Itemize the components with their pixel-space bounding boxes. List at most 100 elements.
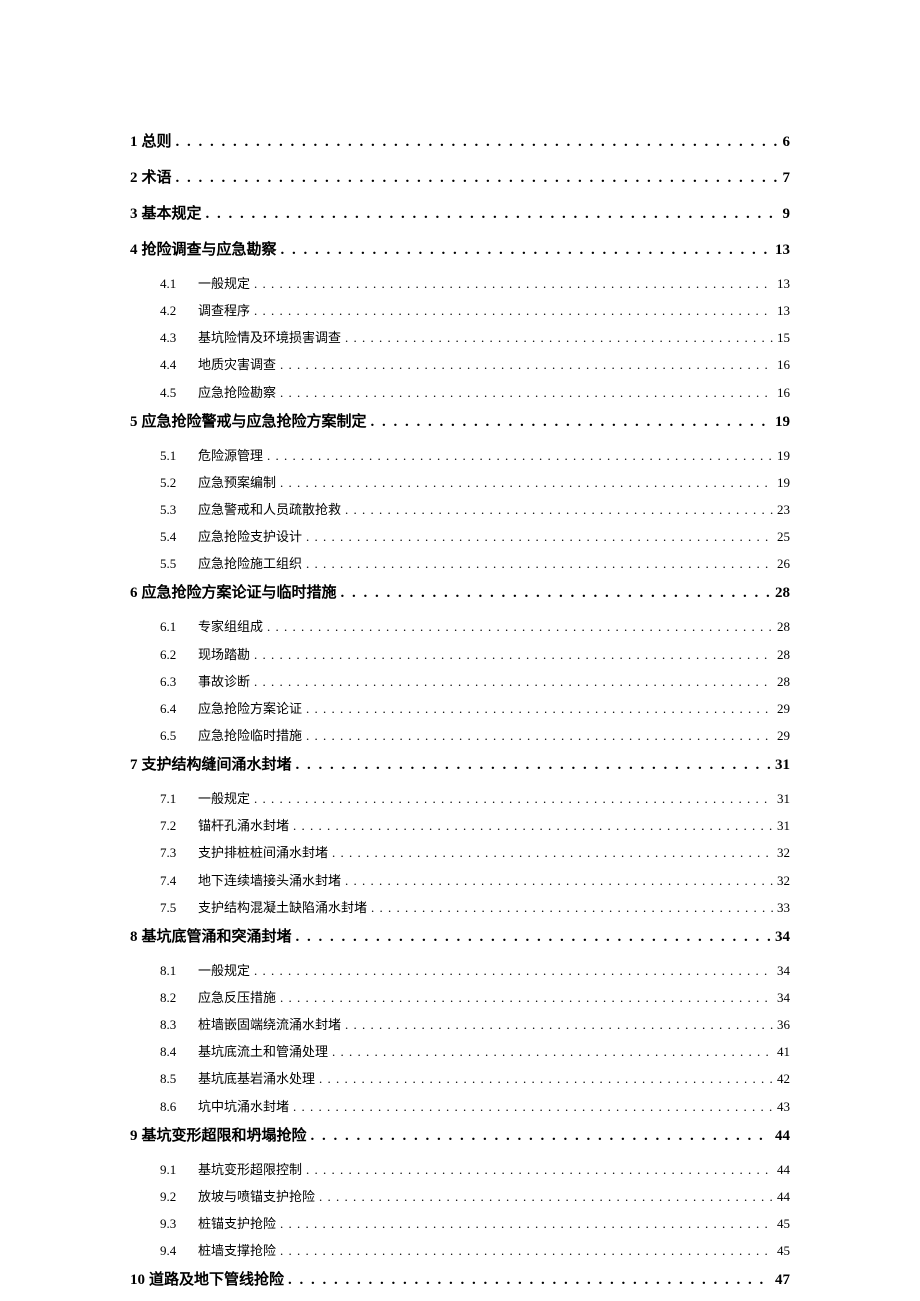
toc-title: 桩锚支护抢险 bbox=[198, 1214, 276, 1234]
toc-number: 9.1 bbox=[160, 1160, 192, 1180]
toc-entry-level2[interactable]: 4.2调查程序. . . . . . . . . . . . . . . . .… bbox=[130, 301, 790, 321]
toc-number: 1 bbox=[130, 130, 138, 154]
toc-entry-level1[interactable]: 8基坑底管涌和突涌封堵. . . . . . . . . . . . . . .… bbox=[130, 925, 790, 949]
toc-title: 总则 bbox=[142, 130, 172, 154]
toc-leader-dots: . . . . . . . . . . . . . . . . . . . . … bbox=[280, 1214, 773, 1234]
toc-page-number: 7 bbox=[783, 166, 791, 190]
toc-entry-level1[interactable]: 3基本规定. . . . . . . . . . . . . . . . . .… bbox=[130, 202, 790, 226]
toc-leader-dots: . . . . . . . . . . . . . . . . . . . . … bbox=[280, 1241, 773, 1261]
toc-leader-dots: . . . . . . . . . . . . . . . . . . . . … bbox=[254, 274, 773, 294]
toc-leader-dots: . . . . . . . . . . . . . . . . . . . . … bbox=[176, 166, 779, 190]
toc-leader-dots: . . . . . . . . . . . . . . . . . . . . … bbox=[176, 130, 779, 154]
toc-entry-level1[interactable]: 7支护结构缝间涌水封堵. . . . . . . . . . . . . . .… bbox=[130, 753, 790, 777]
toc-page-number: 23 bbox=[777, 500, 790, 520]
toc-title: 桩墙嵌固端绕流涌水封堵 bbox=[198, 1015, 341, 1035]
toc-entry-level2[interactable]: 6.4应急抢险方案论证. . . . . . . . . . . . . . .… bbox=[130, 699, 790, 719]
toc-entry-level2[interactable]: 6.2现场踏勘. . . . . . . . . . . . . . . . .… bbox=[130, 645, 790, 665]
toc-title: 地下连续墙接头涌水封堵 bbox=[198, 871, 341, 891]
toc-entry-level2[interactable]: 9.1 基坑变形超限控制. . . . . . . . . . . . . . .… bbox=[130, 1160, 790, 1180]
toc-page-number: 28 bbox=[775, 581, 790, 605]
toc-entry-level2[interactable]: 5.1危险源管理. . . . . . . . . . . . . . . . … bbox=[130, 446, 790, 466]
toc-page-number: 6 bbox=[783, 130, 791, 154]
toc-entry-level2[interactable]: 9.2放坡与喷锚支护抢险. . . . . . . . . . . . . . … bbox=[130, 1187, 790, 1207]
toc-title: 一般规定 bbox=[198, 789, 250, 809]
toc-entry-level2[interactable]: 6.3事故诊断. . . . . . . . . . . . . . . . .… bbox=[130, 672, 790, 692]
toc-entry-level1[interactable]: 4抢险调查与应急勘察. . . . . . . . . . . . . . . … bbox=[130, 238, 790, 262]
toc-leader-dots: . . . . . . . . . . . . . . . . . . . . … bbox=[319, 1069, 773, 1089]
toc-page-number: 25 bbox=[777, 527, 790, 547]
toc-number: 4 bbox=[130, 238, 138, 262]
toc-title: 道路及地下管线抢险 bbox=[149, 1268, 284, 1292]
toc-leader-dots: . . . . . . . . . . . . . . . . . . . . … bbox=[306, 726, 773, 746]
toc-entry-level2[interactable]: 5.4应急抢险支护设计. . . . . . . . . . . . . . .… bbox=[130, 527, 790, 547]
toc-entry-level2[interactable]: 7.2锚杆孔涌水封堵. . . . . . . . . . . . . . . … bbox=[130, 816, 790, 836]
toc-leader-dots: . . . . . . . . . . . . . . . . . . . . … bbox=[306, 699, 773, 719]
toc-entry-level2[interactable]: 7.3支护排桩桩间涌水封堵. . . . . . . . . . . . . .… bbox=[130, 843, 790, 863]
toc-entry-level1[interactable]: 2术语. . . . . . . . . . . . . . . . . . .… bbox=[130, 166, 790, 190]
toc-leader-dots: . . . . . . . . . . . . . . . . . . . . … bbox=[254, 961, 773, 981]
toc-page-number: 31 bbox=[777, 789, 790, 809]
toc-entry-level2[interactable]: 4.4地质灾害调查. . . . . . . . . . . . . . . .… bbox=[130, 355, 790, 375]
toc-leader-dots: . . . . . . . . . . . . . . . . . . . . … bbox=[306, 1160, 773, 1180]
toc-title: 应急抢险勘察 bbox=[198, 383, 276, 403]
toc-entry-level2[interactable]: 8.5基坑底基岩涌水处理. . . . . . . . . . . . . . … bbox=[130, 1069, 790, 1089]
toc-page-number: 26 bbox=[777, 554, 790, 574]
toc-title: 应急抢险支护设计 bbox=[198, 527, 302, 547]
toc-entry-level2[interactable]: 6.1专家组组成. . . . . . . . . . . . . . . . … bbox=[130, 617, 790, 637]
toc-entry-level2[interactable]: 8.1一般规定. . . . . . . . . . . . . . . . .… bbox=[130, 961, 790, 981]
toc-entry-level2[interactable]: 8.2应急反压措施. . . . . . . . . . . . . . . .… bbox=[130, 988, 790, 1008]
toc-entry-level2[interactable]: 8.6坑中坑涌水封堵. . . . . . . . . . . . . . . … bbox=[130, 1097, 790, 1117]
toc-leader-dots: . . . . . . . . . . . . . . . . . . . . … bbox=[254, 645, 773, 665]
toc-entry-level2[interactable]: 4.1一般规定. . . . . . . . . . . . . . . . .… bbox=[130, 274, 790, 294]
toc-entry-level2[interactable]: 4.3基坑险情及环境损害调查. . . . . . . . . . . . . … bbox=[130, 328, 790, 348]
toc-number: 5 bbox=[130, 410, 138, 434]
toc-entry-level1[interactable]: 1总则. . . . . . . . . . . . . . . . . . .… bbox=[130, 130, 790, 154]
toc-leader-dots: . . . . . . . . . . . . . . . . . . . . … bbox=[206, 202, 779, 226]
toc-page-number: 33 bbox=[777, 898, 790, 918]
toc-entry-level2[interactable]: 7.5支护结构混凝土缺陷涌水封堵. . . . . . . . . . . . … bbox=[130, 898, 790, 918]
toc-page-number: 16 bbox=[777, 355, 790, 375]
toc-title: 事故诊断 bbox=[198, 672, 250, 692]
toc-entry-level2[interactable]: 7.4地下连续墙接头涌水封堵. . . . . . . . . . . . . … bbox=[130, 871, 790, 891]
toc-number: 9.2 bbox=[160, 1187, 192, 1207]
toc-number: 4.5 bbox=[160, 383, 192, 403]
toc-leader-dots: . . . . . . . . . . . . . . . . . . . . … bbox=[281, 238, 771, 262]
toc-number: 10 bbox=[130, 1268, 145, 1292]
toc-leader-dots: . . . . . . . . . . . . . . . . . . . . … bbox=[280, 355, 773, 375]
toc-entry-level2[interactable]: 5.3应急警戒和人员疏散抢救. . . . . . . . . . . . . … bbox=[130, 500, 790, 520]
toc-page-number: 47 bbox=[775, 1268, 790, 1292]
toc-leader-dots: . . . . . . . . . . . . . . . . . . . . … bbox=[267, 617, 773, 637]
toc-entry-level2[interactable]: 6.5应急抢险临时措施. . . . . . . . . . . . . . .… bbox=[130, 726, 790, 746]
toc-entry-level2[interactable]: 8.3桩墙嵌固端绕流涌水封堵. . . . . . . . . . . . . … bbox=[130, 1015, 790, 1035]
toc-title: 应急预案编制 bbox=[198, 473, 276, 493]
toc-title: 术语 bbox=[142, 166, 172, 190]
toc-number: 6 bbox=[130, 581, 138, 605]
toc-entry-level2[interactable]: 7.1一般规定. . . . . . . . . . . . . . . . .… bbox=[130, 789, 790, 809]
toc-entry-level1[interactable]: 9基坑变形超限和坍塌抢险. . . . . . . . . . . . . . … bbox=[130, 1124, 790, 1148]
toc-leader-dots: . . . . . . . . . . . . . . . . . . . . … bbox=[267, 446, 773, 466]
toc-page-number: 34 bbox=[777, 961, 790, 981]
toc-title: 基本规定 bbox=[142, 202, 202, 226]
toc-entry-level2[interactable]: 9.3桩锚支护抢险. . . . . . . . . . . . . . . .… bbox=[130, 1214, 790, 1234]
toc-entry-level2[interactable]: 8.4基坑底流土和管涌处理. . . . . . . . . . . . . .… bbox=[130, 1042, 790, 1062]
toc-number: 6.4 bbox=[160, 699, 192, 719]
toc-entry-level2[interactable]: 5.2应急预案编制. . . . . . . . . . . . . . . .… bbox=[130, 473, 790, 493]
toc-entry-level1[interactable]: 6应急抢险方案论证与临时措施. . . . . . . . . . . . . … bbox=[130, 581, 790, 605]
toc-number: 4.4 bbox=[160, 355, 192, 375]
toc-entry-level1[interactable]: 10道路及地下管线抢险. . . . . . . . . . . . . . .… bbox=[130, 1268, 790, 1292]
toc-entry-level2[interactable]: 5.5应急抢险施工组织. . . . . . . . . . . . . . .… bbox=[130, 554, 790, 574]
toc-number: 5.3 bbox=[160, 500, 192, 520]
toc-title: 基坑变形超限控制 bbox=[198, 1160, 302, 1180]
toc-number: 9 bbox=[130, 1124, 138, 1148]
toc-page-number: 28 bbox=[777, 645, 790, 665]
toc-number: 7.5 bbox=[160, 898, 192, 918]
toc-number: 6.3 bbox=[160, 672, 192, 692]
toc-number: 6.2 bbox=[160, 645, 192, 665]
toc-leader-dots: . . . . . . . . . . . . . . . . . . . . … bbox=[311, 1124, 771, 1148]
toc-entry-level2[interactable]: 4.5应急抢险勘察. . . . . . . . . . . . . . . .… bbox=[130, 383, 790, 403]
toc-entry-level1[interactable]: 5应急抢险警戒与应急抢险方案制定. . . . . . . . . . . . … bbox=[130, 410, 790, 434]
toc-title: 危险源管理 bbox=[198, 446, 263, 466]
toc-title: 应急抢险方案论证与临时措施 bbox=[142, 581, 337, 605]
toc-number: 4.2 bbox=[160, 301, 192, 321]
toc-entry-level2[interactable]: 9.4桩墙支撑抢险. . . . . . . . . . . . . . . .… bbox=[130, 1241, 790, 1261]
